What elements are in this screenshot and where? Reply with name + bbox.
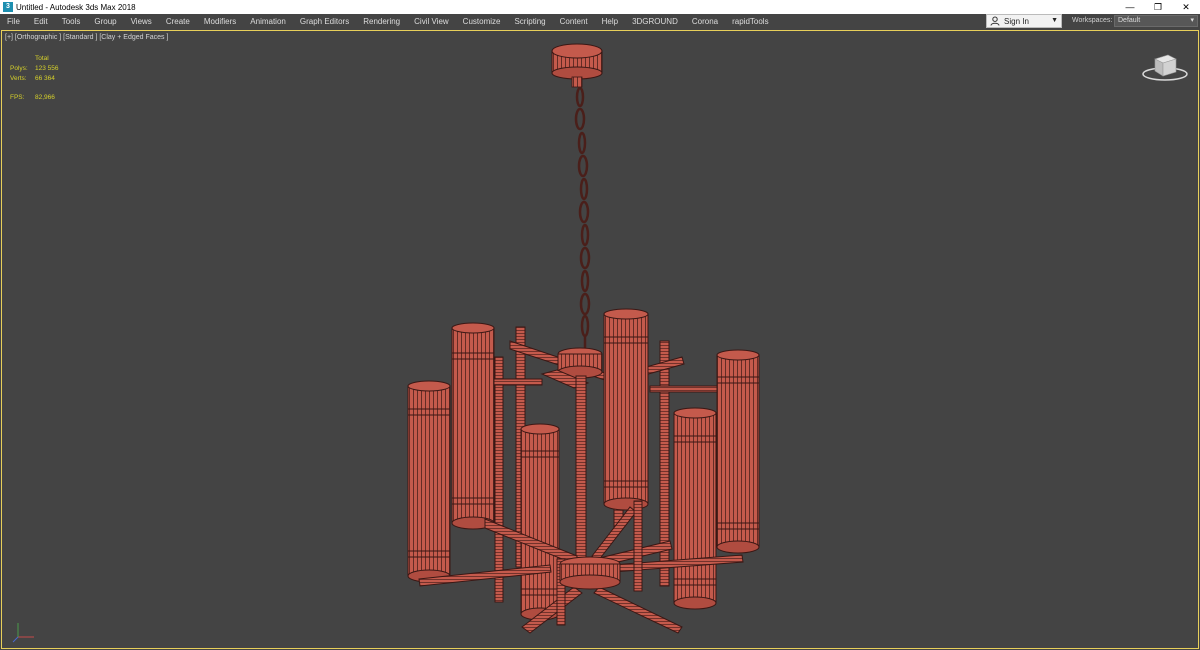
chain (574, 86, 591, 349)
chevron-down-icon: ▼ (1051, 17, 1058, 24)
stats-polys-value: 123 556 (35, 65, 59, 72)
window-controls: — ❐ ✕ (1116, 0, 1200, 14)
workspace-select[interactable]: Default ▾ (1114, 15, 1198, 27)
minimize-button[interactable]: — (1116, 0, 1144, 14)
viewport-orthographic[interactable]: [+] [Orthographic ] [Standard ] [Clay + … (1, 30, 1199, 649)
ceiling-canopy (551, 43, 603, 88)
sign-in-button[interactable]: Sign In ▼ (986, 14, 1062, 28)
chevron-down-icon: ▾ (1190, 17, 1194, 24)
viewcube-icon[interactable] (1140, 49, 1190, 83)
axis-tripod-icon (12, 623, 34, 643)
menu-file[interactable]: File (0, 14, 27, 29)
workspace-value: Default (1118, 17, 1141, 24)
stats-fps-value: 82,966 (35, 94, 55, 101)
window-title: Untitled - Autodesk 3ds Max 2018 (16, 2, 136, 12)
stats-fps-row: FPS: 82,966 (10, 93, 59, 103)
menu-rendering[interactable]: Rendering (356, 14, 407, 29)
menu-3dground[interactable]: 3DGROUND (625, 14, 685, 29)
stats-polys-label: Polys: (10, 65, 28, 72)
menu-views[interactable]: Views (124, 14, 159, 29)
stats-verts-label: Verts: (10, 75, 27, 82)
stats-total-label: Total (35, 55, 49, 62)
stats-verts-value: 66 364 (35, 75, 55, 82)
menu-edit[interactable]: Edit (27, 14, 55, 29)
sign-in-label: Sign In (1004, 16, 1029, 26)
menu-modifiers[interactable]: Modifiers (197, 14, 243, 29)
candle-tube-5 (673, 407, 717, 610)
stats-fps-label: FPS: (10, 94, 25, 101)
menu-create[interactable]: Create (159, 14, 197, 29)
scene-statistics: Total Polys: 123 556 Verts: 66 364 FPS: … (10, 54, 59, 103)
menu-rapidtools[interactable]: rapidTools (725, 14, 775, 29)
app-icon[interactable]: 3 (3, 2, 13, 12)
lower-hub (559, 556, 621, 590)
close-button[interactable]: ✕ (1172, 0, 1200, 14)
candle-tube-6 (716, 349, 760, 554)
menu-content[interactable]: Content (553, 14, 595, 29)
menu-graph-editors[interactable]: Graph Editors (293, 14, 356, 29)
stats-verts-row: Verts: 66 364 (10, 74, 59, 84)
menu-animation[interactable]: Animation (243, 14, 293, 29)
user-icon (990, 16, 1000, 26)
title-bar: 3 Untitled - Autodesk 3ds Max 2018 — ❐ ✕ (0, 0, 1200, 14)
menu-customize[interactable]: Customize (456, 14, 508, 29)
candle-tube-3 (520, 423, 560, 621)
viewport-label[interactable]: [+] [Orthographic ] [Standard ] [Clay + … (5, 34, 168, 41)
candle-tube-1 (407, 380, 451, 583)
stats-polys-row: Polys: 123 556 (10, 64, 59, 74)
restore-button[interactable]: ❐ (1144, 0, 1172, 14)
candle-tube-4 (603, 308, 649, 511)
menu-tools[interactable]: Tools (55, 14, 88, 29)
menu-help[interactable]: Help (595, 14, 625, 29)
workspaces-label: Workspaces: (1072, 17, 1113, 24)
menu-group[interactable]: Group (87, 14, 123, 29)
chandelier-model[interactable] (2, 31, 1199, 649)
candle-tube-2 (451, 322, 495, 530)
menu-civil-view[interactable]: Civil View (407, 14, 456, 29)
menu-scripting[interactable]: Scripting (507, 14, 552, 29)
menu-corona[interactable]: Corona (685, 14, 725, 29)
